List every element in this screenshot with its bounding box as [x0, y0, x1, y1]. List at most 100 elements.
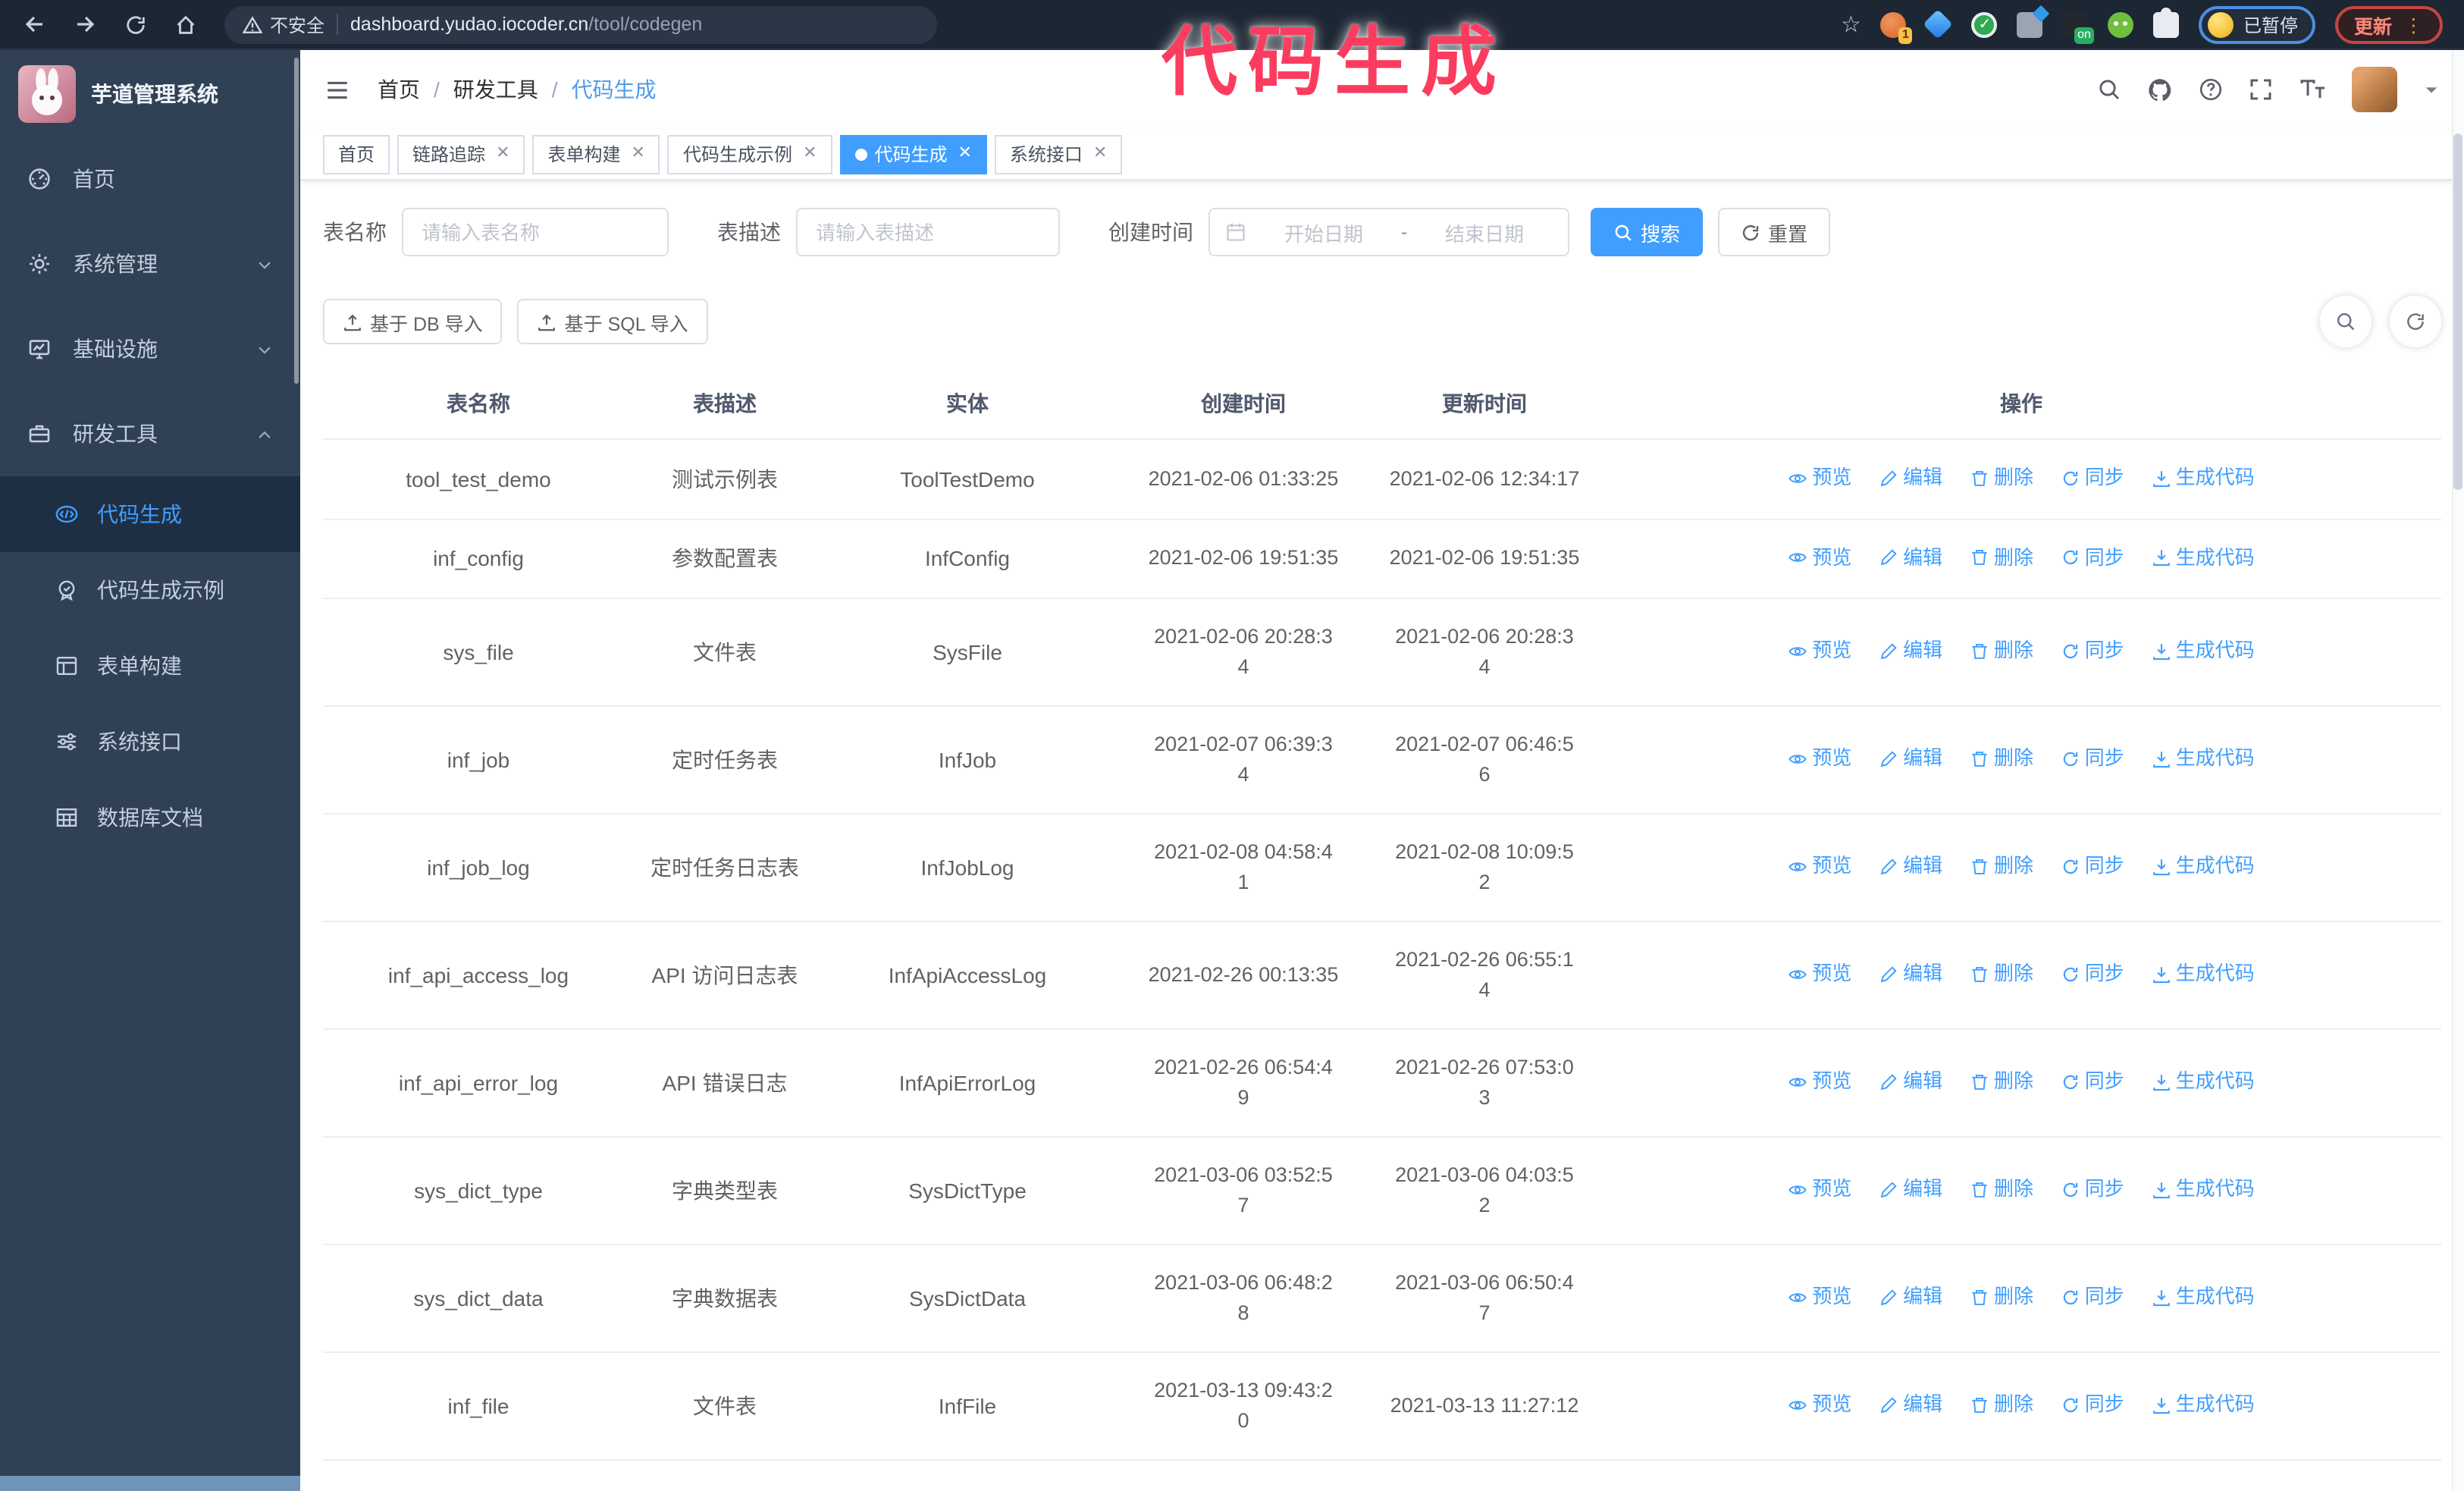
generate-code-link[interactable]: 生成代码	[2152, 542, 2255, 573]
browser-home-button[interactable]	[165, 5, 205, 44]
close-icon[interactable]: ✕	[803, 145, 817, 162]
edit-link[interactable]: 编辑	[1879, 744, 1942, 774]
delete-link[interactable]: 删除	[1970, 463, 2033, 493]
browser-profile-chip[interactable]: 已暂停	[2199, 5, 2316, 43]
edit-link[interactable]: 编辑	[1879, 1390, 1942, 1420]
delete-link[interactable]: 删除	[1970, 1067, 2033, 1097]
tab-trace[interactable]: 链路追踪 ✕	[397, 134, 525, 174]
delete-link[interactable]: 删除	[1970, 959, 2033, 990]
sidebar-item-dev-tools[interactable]: 研发工具	[0, 391, 300, 476]
sidebar-scrollbar[interactable]	[294, 58, 299, 384]
date-range-picker[interactable]: 开始日期 - 结束日期	[1208, 208, 1569, 256]
close-icon[interactable]: ✕	[1093, 145, 1107, 162]
delete-link[interactable]: 删除	[1970, 852, 2033, 882]
generate-code-link[interactable]: 生成代码	[2152, 636, 2255, 667]
sidebar-item-home[interactable]: 首页	[0, 137, 300, 221]
sidebar-subitem-codegen-demo[interactable]: 代码生成示例	[0, 552, 300, 628]
sidebar-subitem-form-builder[interactable]: 表单构建	[0, 628, 300, 704]
table-desc-input[interactable]	[796, 208, 1060, 256]
preview-link[interactable]: 预览	[1788, 636, 1851, 667]
generate-code-link[interactable]: 生成代码	[2152, 744, 2255, 774]
search-button[interactable]: 搜索	[1591, 208, 1704, 256]
preview-link[interactable]: 预览	[1788, 463, 1851, 493]
preview-link[interactable]: 预览	[1788, 1067, 1851, 1097]
delete-link[interactable]: 删除	[1970, 636, 2033, 667]
sync-link[interactable]: 同步	[2061, 852, 2124, 882]
preview-link[interactable]: 预览	[1788, 959, 1851, 990]
generate-code-link[interactable]: 生成代码	[2152, 1175, 2255, 1205]
tab-home[interactable]: 首页	[323, 134, 390, 174]
github-link[interactable]	[2147, 77, 2173, 102]
extension-orange-icon[interactable]: 1	[1880, 11, 1913, 43]
preview-link[interactable]: 预览	[1788, 542, 1851, 573]
user-menu-caret-icon[interactable]	[2423, 81, 2440, 98]
help-button[interactable]	[2199, 77, 2223, 102]
bookmark-star-icon[interactable]: ☆	[1841, 13, 1861, 36]
sidebar-collapse-button[interactable]	[324, 77, 350, 102]
sync-link[interactable]: 同步	[2061, 744, 2124, 774]
preview-link[interactable]: 预览	[1788, 1390, 1851, 1420]
breadcrumb-home[interactable]: 首页	[378, 74, 420, 105]
sync-link[interactable]: 同步	[2061, 463, 2124, 493]
extension-gem-icon[interactable]	[1923, 8, 1954, 39]
sync-link[interactable]: 同步	[2061, 636, 2124, 667]
edit-link[interactable]: 编辑	[1879, 959, 1942, 990]
sync-link[interactable]: 同步	[2061, 959, 2124, 990]
browser-forward-button[interactable]	[65, 5, 105, 44]
sync-link[interactable]: 同步	[2061, 542, 2124, 573]
preview-link[interactable]: 预览	[1788, 1175, 1851, 1205]
import-db-button[interactable]: 基于 DB 导入	[323, 299, 503, 344]
delete-link[interactable]: 删除	[1970, 1282, 2033, 1313]
preview-link[interactable]: 预览	[1788, 852, 1851, 882]
address-bar[interactable]: 不安全 dashboard.yudao.iocoder.cn/tool/code…	[224, 5, 937, 43]
sync-link[interactable]: 同步	[2061, 1067, 2124, 1097]
edit-link[interactable]: 编辑	[1879, 463, 1942, 493]
delete-link[interactable]: 删除	[1970, 542, 2033, 573]
sidebar-subitem-codegen[interactable]: 代码生成	[0, 476, 300, 552]
tab-codegen-demo[interactable]: 代码生成示例 ✕	[667, 134, 832, 174]
edit-link[interactable]: 编辑	[1879, 1067, 1942, 1097]
browser-reload-button[interactable]	[115, 5, 155, 44]
edit-link[interactable]: 编辑	[1879, 1175, 1942, 1205]
browser-menu-icon[interactable]: ⋮	[2404, 13, 2425, 36]
extension-check-icon[interactable]: ✓	[1971, 11, 1998, 37]
browser-back-button[interactable]	[15, 5, 55, 44]
delete-link[interactable]: 删除	[1970, 1390, 2033, 1420]
extension-robot-icon[interactable]	[2108, 11, 2134, 37]
tab-codegen[interactable]: 代码生成 ✕	[839, 134, 987, 174]
generate-code-link[interactable]: 生成代码	[2152, 1067, 2255, 1097]
import-sql-button[interactable]: 基于 SQL 导入	[517, 299, 708, 344]
edit-link[interactable]: 编辑	[1879, 852, 1942, 882]
delete-link[interactable]: 删除	[1970, 1175, 2033, 1205]
browser-update-button[interactable]: 更新 ⋮	[2335, 5, 2443, 43]
close-icon[interactable]: ✕	[496, 145, 509, 162]
fullscreen-button[interactable]	[2249, 77, 2273, 102]
sync-link[interactable]: 同步	[2061, 1175, 2124, 1205]
extension-dark-icon[interactable]: on	[2062, 11, 2095, 43]
generate-code-link[interactable]: 生成代码	[2152, 1390, 2255, 1420]
generate-code-link[interactable]: 生成代码	[2152, 959, 2255, 990]
sidebar-subitem-db-doc[interactable]: 数据库文档	[0, 780, 300, 855]
sidebar-subitem-system-api[interactable]: 系统接口	[0, 704, 300, 780]
reset-button[interactable]: 重置	[1718, 208, 1831, 256]
user-avatar[interactable]	[2352, 67, 2397, 112]
sidebar-item-system[interactable]: 系统管理	[0, 221, 300, 306]
extension-grid-icon[interactable]	[2017, 11, 2043, 37]
close-icon[interactable]: ✕	[958, 145, 971, 162]
generate-code-link[interactable]: 生成代码	[2152, 463, 2255, 493]
tab-form-builder[interactable]: 表单构建 ✕	[532, 134, 660, 174]
toggle-search-button[interactable]	[2320, 296, 2372, 347]
table-name-input[interactable]	[402, 208, 669, 256]
generate-code-link[interactable]: 生成代码	[2152, 852, 2255, 882]
refresh-table-button[interactable]	[2390, 296, 2441, 347]
close-icon[interactable]: ✕	[632, 145, 645, 162]
header-search-button[interactable]	[2097, 77, 2121, 102]
extensions-puzzle-icon[interactable]	[2153, 7, 2180, 37]
font-size-button[interactable]	[2299, 77, 2326, 102]
security-warning[interactable]: 不安全	[243, 11, 324, 37]
sync-link[interactable]: 同步	[2061, 1282, 2124, 1313]
page-scrollbar[interactable]	[2452, 50, 2464, 1491]
delete-link[interactable]: 删除	[1970, 744, 2033, 774]
logo-row[interactable]: 芋道管理系统	[0, 50, 300, 137]
sync-link[interactable]: 同步	[2061, 1390, 2124, 1420]
